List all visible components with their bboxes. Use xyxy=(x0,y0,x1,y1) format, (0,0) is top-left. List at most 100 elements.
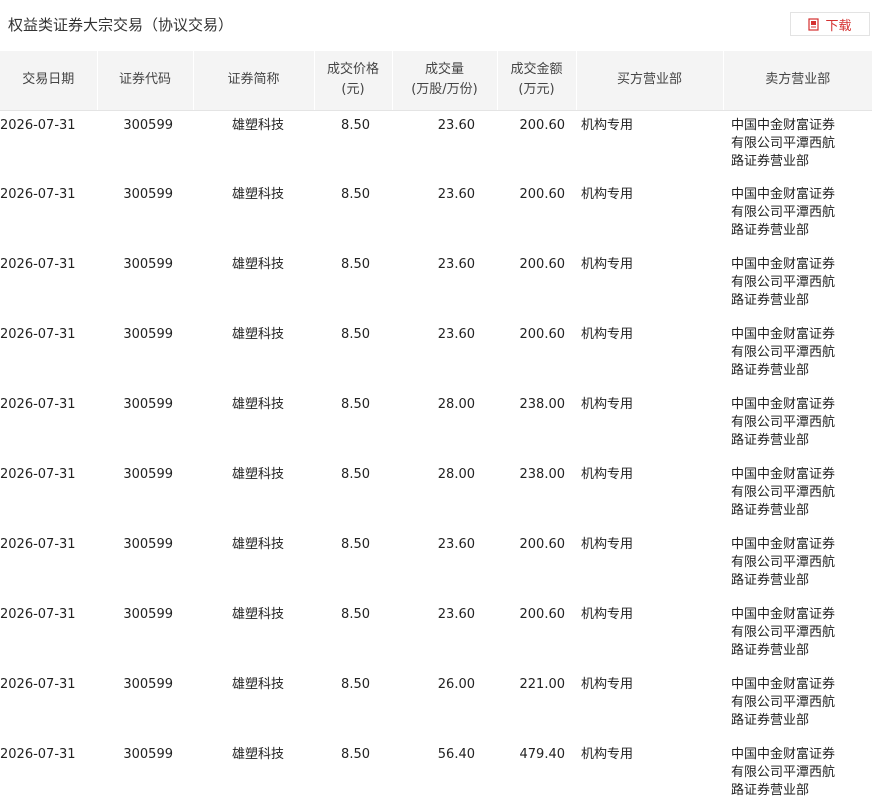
cell-amount: 200.60 xyxy=(519,327,566,342)
cell-trade-date: 2026-07-31 xyxy=(0,117,76,133)
seller-branch-text: 中国中金财富证券有限公司平潭西航路证券营业部 xyxy=(731,327,836,378)
cell-trade-date: 2026-07-31 xyxy=(0,397,76,412)
cell-amount: 238.00 xyxy=(519,397,566,412)
table-row: 2026-07-31 300599 雄塑科技 8.50 23.60 200.60 机构专用 中… xyxy=(0,530,872,600)
cell-trade-date: 2026-07-31 xyxy=(0,257,76,272)
cell-price: 8.50 xyxy=(341,327,370,342)
seller-branch-text: 中国中金财富证券有限公司平潭西航路证券营业部 xyxy=(731,187,836,238)
col-header-volume: 成交量 (万股/万份) xyxy=(391,51,497,111)
seller-branch-text: 中国中金财富证券有限公司平潭西航路证券营业部 xyxy=(731,537,836,588)
cell-seller-branch: 中国中金财富证券有限公司平潭西航路证券营业部 xyxy=(723,530,872,600)
cell-seller-branch: 中国中金财富证券有限公司平潭西航路证券营业部 xyxy=(723,740,872,810)
cell-security-code: 300599 xyxy=(123,327,173,342)
seller-branch-text: 中国中金财富证券有限公司平潭西航路证券营业部 xyxy=(731,677,836,728)
cell-security-name: 雄塑科技 xyxy=(231,537,284,552)
col-header-price: 成交价格 (元) xyxy=(313,51,392,111)
cell-volume: 23.60 xyxy=(437,257,475,272)
cell-buyer-branch: 机构专用 xyxy=(581,117,634,133)
cell-amount: 221.00 xyxy=(519,677,566,692)
table-row: 2026-07-31 300599 雄塑科技 8.50 23.60 200.60 机构专用 中… xyxy=(0,320,872,390)
col-header-seller: 卖方营业部 xyxy=(722,51,872,111)
seller-branch-text: 中国中金财富证券有限公司平潭西航路证券营业部 xyxy=(731,607,836,658)
cell-security-code: 300599 xyxy=(123,117,173,133)
cell-volume: 23.60 xyxy=(437,117,475,133)
cell-trade-date: 2026-07-31 xyxy=(0,747,76,762)
cell-security-code: 300599 xyxy=(123,607,173,622)
cell-security-code: 300599 xyxy=(123,747,173,762)
cell-security-name: 雄塑科技 xyxy=(231,117,284,133)
cell-seller-branch: 中国中金财富证券有限公司平潭西航路证券营业部 xyxy=(723,320,872,390)
download-button[interactable]: 下载 xyxy=(790,12,870,36)
document-download-icon xyxy=(808,17,820,31)
col-header-label: 买方营业部 xyxy=(616,72,682,88)
col-header-amount: 成交金额 (万元) xyxy=(496,51,576,111)
cell-volume: 26.00 xyxy=(437,677,475,692)
cell-price: 8.50 xyxy=(341,607,370,622)
seller-branch-text: 中国中金财富证券有限公司平潭西航路证券营业部 xyxy=(731,397,836,448)
col-header-code: 证券代码 xyxy=(96,51,193,111)
cell-trade-date: 2026-07-31 xyxy=(0,327,76,342)
cell-buyer-branch: 机构专用 xyxy=(581,747,634,762)
seller-branch-text: 中国中金财富证券有限公司平潭西航路证券营业部 xyxy=(731,117,836,169)
cell-security-code: 300599 xyxy=(123,257,173,272)
cell-security-code: 300599 xyxy=(123,467,173,482)
cell-security-name: 雄塑科技 xyxy=(231,327,284,342)
col-header-label: 成交金额 (万元) xyxy=(510,62,563,98)
block-trade-table: 交易日期 证券代码 证券简称 成交价格 (元) 成交量 (万股/万份) 成交金额 (万… xyxy=(0,51,872,810)
cell-volume: 23.60 xyxy=(437,327,475,342)
cell-price: 8.50 xyxy=(341,467,370,482)
col-header-label: 证券简称 xyxy=(227,72,280,88)
col-header-label: 证券代码 xyxy=(118,72,171,88)
cell-amount: 200.60 xyxy=(519,257,566,272)
cell-volume: 23.60 xyxy=(437,607,475,622)
cell-security-name: 雄塑科技 xyxy=(231,397,284,412)
seller-branch-text: 中国中金财富证券有限公司平潭西航路证券营业部 xyxy=(731,747,836,798)
cell-price: 8.50 xyxy=(341,677,370,692)
cell-security-name: 雄塑科技 xyxy=(231,467,284,482)
cell-seller-branch: 中国中金财富证券有限公司平潭西航路证券营业部 xyxy=(723,250,872,320)
cell-security-name: 雄塑科技 xyxy=(231,607,284,622)
header-bar: 权益类证券大宗交易（协议交易） 下载 xyxy=(0,0,872,51)
table-row: 2026-07-31 300599 雄塑科技 8.50 26.00 221.00 机构专用 中… xyxy=(0,670,872,740)
cell-security-name: 雄塑科技 xyxy=(231,677,284,692)
cell-trade-date: 2026-07-31 xyxy=(0,467,76,482)
cell-buyer-branch: 机构专用 xyxy=(581,677,634,692)
col-header-label: 卖方营业部 xyxy=(765,72,831,88)
download-label: 下载 xyxy=(825,18,852,34)
cell-volume: 56.40 xyxy=(437,747,475,762)
seller-branch-text: 中国中金财富证券有限公司平潭西航路证券营业部 xyxy=(731,257,836,308)
cell-security-code: 300599 xyxy=(123,397,173,412)
cell-price: 8.50 xyxy=(341,187,370,202)
cell-volume: 28.00 xyxy=(437,397,475,412)
cell-volume: 28.00 xyxy=(437,467,475,482)
cell-trade-date: 2026-07-31 xyxy=(0,537,76,552)
table-row: 2026-07-31 300599 雄塑科技 8.50 23.60 200.60 机构专用 中… xyxy=(0,600,872,670)
table-row: 2026-07-31 300599 雄塑科技 8.50 56.40 479.40 机构专用 中… xyxy=(0,740,872,810)
cell-buyer-branch: 机构专用 xyxy=(581,467,634,482)
table-row: 2026-07-31 300599 雄塑科技 8.50 23.60 200.60 机构专用 中… xyxy=(0,250,872,320)
col-header-label: 成交价格 (元) xyxy=(326,62,379,98)
col-header-date: 交易日期 xyxy=(0,51,97,111)
cell-amount: 200.60 xyxy=(519,607,566,622)
cell-buyer-branch: 机构专用 xyxy=(581,537,634,552)
cell-trade-date: 2026-07-31 xyxy=(0,187,76,202)
cell-buyer-branch: 机构专用 xyxy=(581,397,634,412)
cell-trade-date: 2026-07-31 xyxy=(0,607,76,622)
table-row: 2026-07-31 300599 雄塑科技 8.50 23.60 200.60 机构专用 中… xyxy=(0,110,872,180)
cell-security-code: 300599 xyxy=(123,677,173,692)
cell-amount: 200.60 xyxy=(519,537,566,552)
cell-buyer-branch: 机构专用 xyxy=(581,327,634,342)
cell-security-code: 300599 xyxy=(123,187,173,202)
cell-seller-branch: 中国中金财富证券有限公司平潭西航路证券营业部 xyxy=(723,110,872,180)
col-header-label: 交易日期 xyxy=(22,72,75,88)
cell-volume: 23.60 xyxy=(437,187,475,202)
cell-buyer-branch: 机构专用 xyxy=(581,257,634,272)
table-row: 2026-07-31 300599 雄塑科技 8.50 28.00 238.00 机构专用 中… xyxy=(0,460,872,530)
cell-amount: 238.00 xyxy=(519,467,566,482)
cell-price: 8.50 xyxy=(341,537,370,552)
cell-price: 8.50 xyxy=(341,747,370,762)
cell-security-code: 300599 xyxy=(123,537,173,552)
cell-price: 8.50 xyxy=(341,397,370,412)
cell-seller-branch: 中国中金财富证券有限公司平潭西航路证券营业部 xyxy=(723,670,872,740)
cell-seller-branch: 中国中金财富证券有限公司平潭西航路证券营业部 xyxy=(723,600,872,670)
